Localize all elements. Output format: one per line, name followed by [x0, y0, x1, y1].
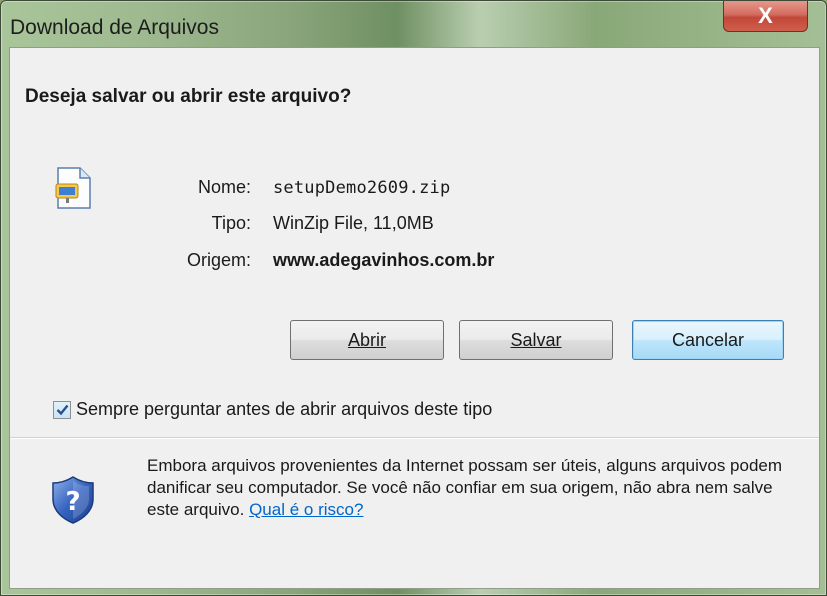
open-button[interactable]: Abrir — [290, 320, 444, 360]
cancel-button-label: Cancelar — [671, 329, 745, 350]
file-name-value: setupDemo2609.zip — [273, 178, 451, 198]
open-button-label: Abrir — [347, 329, 386, 350]
dialog-body: Deseja salvar ou abrir este arquivo? Nom… — [9, 47, 820, 589]
shield-question-icon: ? — [51, 475, 95, 525]
window-title: Download de Arquivos — [10, 16, 219, 39]
close-button[interactable]: X — [723, 1, 808, 32]
winzip-file-icon — [54, 166, 94, 210]
checkmark-icon — [56, 404, 68, 416]
always-ask-checkbox[interactable] — [53, 401, 71, 419]
file-type-label: Tipo: — [211, 213, 251, 233]
svg-text:?: ? — [65, 487, 80, 517]
file-origin-label: Origem: — [186, 250, 251, 270]
file-name-label: Nome: — [197, 177, 251, 197]
warning-text: Embora arquivos provenientes da Internet… — [147, 456, 783, 519]
dialog-question: Deseja salvar ou abrir este arquivo? — [25, 86, 352, 107]
cancel-button[interactable]: Cancelar — [632, 320, 784, 360]
title-bar[interactable]: Download de Arquivos X — [1, 1, 826, 45]
file-origin-value: www.adegavinhos.com.br — [273, 250, 495, 270]
security-warning: Embora arquivos provenientes da Internet… — [147, 455, 807, 521]
risk-link[interactable]: Qual é o risco? — [249, 500, 363, 519]
save-button-label: Salvar — [510, 329, 562, 350]
always-ask-label[interactable]: Sempre perguntar antes de abrir arquivos… — [76, 399, 492, 420]
section-divider-highlight — [10, 438, 819, 439]
download-dialog-window: Download de Arquivos X Deseja salvar ou … — [0, 0, 827, 596]
save-button[interactable]: Salvar — [459, 320, 613, 360]
file-type-value: WinZip File, 11,0MB — [273, 213, 434, 233]
